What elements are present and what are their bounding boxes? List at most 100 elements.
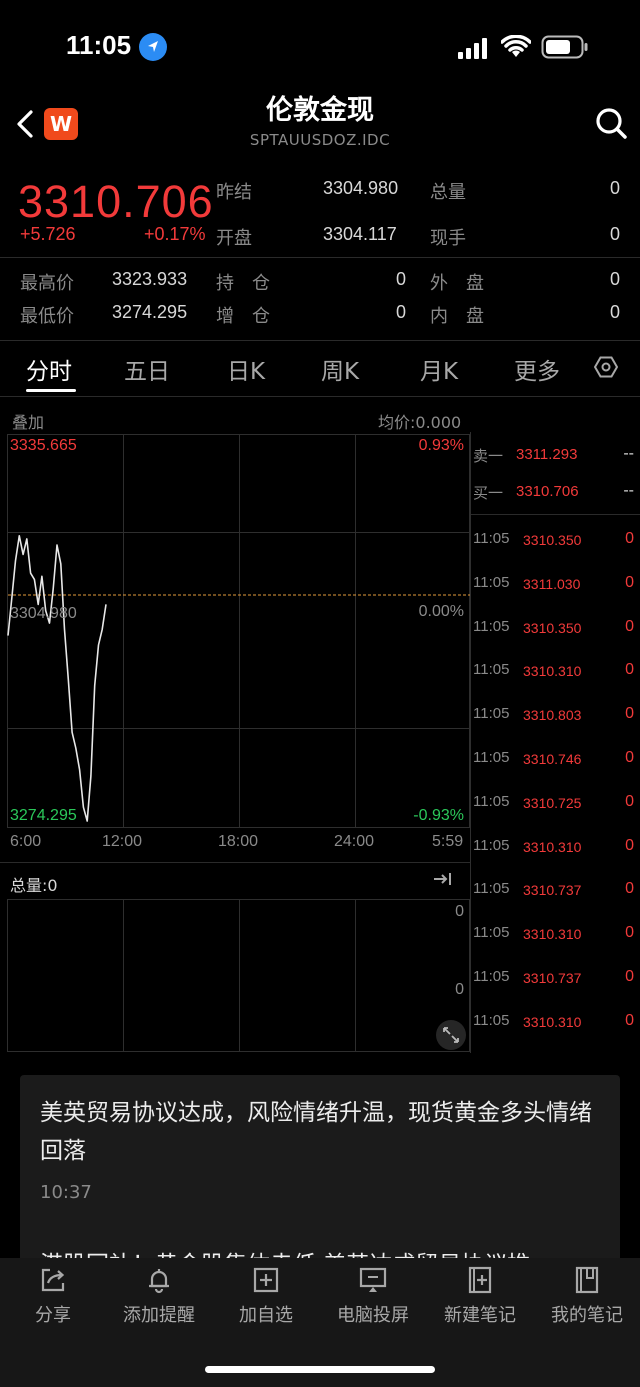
chart-settings-button[interactable] <box>593 355 619 379</box>
status-time: 11:05 <box>66 30 132 60</box>
open-label: 开盘 <box>216 228 252 249</box>
orderbook-divider <box>471 514 640 515</box>
tab-daily-k[interactable]: 日K <box>227 352 265 386</box>
search-icon <box>596 108 627 139</box>
tick-time: 11:05 <box>473 617 510 635</box>
volume-chart <box>7 899 470 1052</box>
fullscreen-button[interactable] <box>436 1020 466 1050</box>
home-indicator[interactable] <box>205 1366 435 1373</box>
tick-price: 3310.737 <box>523 970 582 986</box>
price-change-pct: +0.17% <box>144 224 206 244</box>
tab-five-day[interactable]: 五日 <box>124 352 170 386</box>
low-value: 3274.295 <box>112 302 188 322</box>
chart-top-price: 3335.665 <box>10 437 77 454</box>
tick-vol: 0 <box>625 836 634 854</box>
tick-vol: 0 <box>625 573 634 591</box>
outer-label: 外 盘 <box>430 273 484 294</box>
my-notes-label: 我的笔记 <box>551 1305 623 1326</box>
tab-more[interactable]: 更多 <box>514 352 560 386</box>
settings-hexagon-icon <box>593 356 619 378</box>
new-note-label: 新建笔记 <box>444 1305 516 1326</box>
active-tab-indicator <box>26 389 76 392</box>
x-tick-label: 5:59 <box>432 833 464 850</box>
tick-vol: 0 <box>625 661 634 679</box>
volume-mid-value: 0 <box>455 981 464 998</box>
tick-price: 3310.310 <box>523 663 582 680</box>
tick-vol: 0 <box>625 530 634 547</box>
news-time: 10:37 <box>40 1182 92 1203</box>
add-watchlist-label: 加自选 <box>239 1305 293 1326</box>
outer-value: 0 <box>609 269 620 289</box>
chart-volume-divider <box>0 862 470 863</box>
orderbook-left-border <box>470 432 471 1053</box>
tick-time: 11:05 <box>473 836 510 854</box>
tick-price: 3311.030 <box>523 575 581 592</box>
intraday-chart[interactable] <box>0 432 472 832</box>
add-label: 增 仓 <box>216 306 270 327</box>
tick-vol: 0 <box>625 617 634 635</box>
news-title[interactable]: 美英贸易协议达成，风险情绪升温，现货黄金多头情绪回落 <box>40 1094 600 1170</box>
search-button[interactable] <box>594 106 628 140</box>
new-note-button[interactable]: 新建笔记 <box>427 1265 533 1327</box>
cast-screen-button[interactable]: 电脑投屏 <box>320 1265 426 1327</box>
chart-bot-price: 3274.295 <box>10 807 77 824</box>
tabs-divider <box>0 396 640 397</box>
cellular-signal-icon <box>458 37 492 63</box>
share-button[interactable]: 分享 <box>0 1265 106 1327</box>
tab-intraday[interactable]: 分时 <box>26 352 72 386</box>
tick-time: 11:05 <box>473 661 510 679</box>
cast-screen-label: 电脑投屏 <box>337 1305 409 1326</box>
location-arrow-icon <box>139 33 167 61</box>
tick-price: 3310.350 <box>523 619 582 636</box>
buy1-vol: -- <box>623 482 634 499</box>
buy1-price: 3310.706 <box>516 483 579 500</box>
overlay-button[interactable]: 叠加 <box>12 409 44 433</box>
avg-price-label: 均价:0.000 <box>378 413 462 432</box>
add-value: 0 <box>395 302 406 322</box>
add-watchlist-icon <box>253 1267 279 1293</box>
arrow-right-bar-icon <box>434 873 451 885</box>
price-line <box>7 535 107 822</box>
tick-price: 3310.310 <box>523 926 582 943</box>
new-note-icon <box>468 1266 492 1294</box>
buy1-label: 买一 <box>473 484 504 502</box>
tick-time: 11:05 <box>473 530 510 547</box>
inner-value: 0 <box>609 302 620 322</box>
tick-price: 3310.746 <box>523 751 582 767</box>
tab-monthly-k[interactable]: 月K <box>420 352 458 386</box>
wifi-icon <box>500 34 532 63</box>
chart-grid <box>7 434 470 828</box>
add-watchlist-button[interactable]: 加自选 <box>213 1265 319 1327</box>
open-value: 3304.117 <box>323 224 397 244</box>
tick-time: 11:05 <box>473 792 510 810</box>
tick-time: 11:05 <box>473 749 510 766</box>
share-icon <box>41 1268 65 1292</box>
tick-time: 11:05 <box>473 924 510 942</box>
price-series <box>7 535 107 822</box>
cast-icon <box>359 1267 387 1292</box>
my-notes-button[interactable]: 我的笔记 <box>534 1265 640 1327</box>
volume-label: 总量:0 <box>10 876 58 895</box>
high-value: 3323.933 <box>112 269 188 289</box>
tick-time: 11:05 <box>473 968 510 985</box>
tick-price: 3310.310 <box>523 838 582 855</box>
cur-hand-label: 现手 <box>430 228 466 249</box>
sell1-label: 卖一 <box>473 447 504 465</box>
chart-top-pct: 0.93% <box>418 437 464 454</box>
add-alert-label: 添加提醒 <box>123 1305 195 1326</box>
tick-time: 11:05 <box>473 573 510 591</box>
tick-time: 11:05 <box>473 1011 510 1029</box>
tick-time: 11:05 <box>473 880 510 898</box>
add-alert-button[interactable]: 添加提醒 <box>106 1265 212 1327</box>
volume-top-value: 0 <box>455 903 464 920</box>
battery-icon <box>541 35 589 63</box>
tick-vol: 0 <box>625 880 634 898</box>
x-tick-label: 18:00 <box>218 833 259 850</box>
tick-price: 3310.310 <box>523 1013 582 1030</box>
notes-icon <box>575 1266 599 1294</box>
tab-weekly-k[interactable]: 周K <box>321 352 359 386</box>
chart-bot-pct: -0.93% <box>413 807 464 824</box>
x-tick-label: 12:00 <box>102 833 143 850</box>
news-next-title[interactable]: 港股回补！黄金股集体走低 美英达成贸易协议推 <box>40 1245 600 1259</box>
collapse-button[interactable] <box>428 868 458 890</box>
